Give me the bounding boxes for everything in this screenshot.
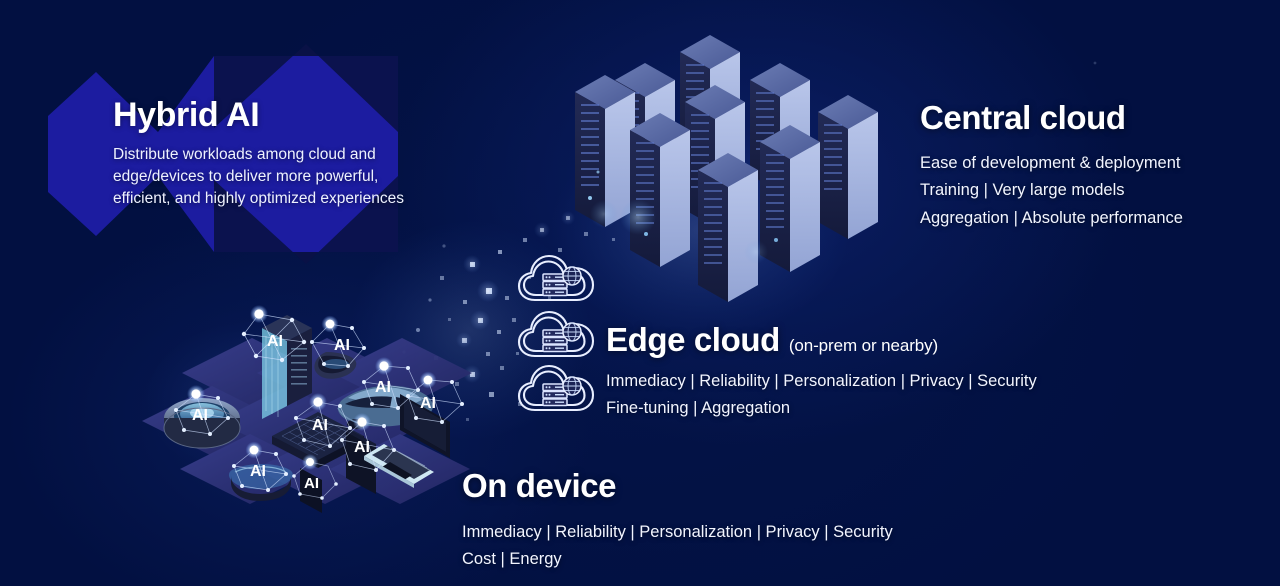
- svg-text:AI: AI: [334, 337, 350, 354]
- edge-cloud-icon-1: [515, 252, 599, 312]
- central-cloud-line-3: Aggregation | Absolute performance: [920, 209, 1183, 228]
- on-device-grid-illustration: AI AI AI AI AI AI AI AI AI: [132, 298, 512, 518]
- on-device-block: On device Immediacy | Reliability | Pers…: [462, 468, 893, 574]
- infographic-canvas: Hybrid AI Distribute workloads among clo…: [0, 0, 1280, 586]
- hybrid-ai-title: Hybrid AI: [113, 96, 260, 134]
- on-device-line-2: Cost | Energy: [462, 550, 562, 569]
- on-device-title: On device: [462, 467, 617, 504]
- svg-text:AI: AI: [304, 475, 319, 492]
- svg-text:AI: AI: [250, 463, 266, 480]
- central-cloud-title: Central cloud: [920, 99, 1126, 136]
- svg-text:AI: AI: [312, 417, 328, 434]
- svg-text:AI: AI: [192, 407, 208, 424]
- central-cloud-rack-illustration: [560, 2, 920, 302]
- hybrid-ai-description-line-1: Distribute workloads among cloud and: [113, 145, 376, 163]
- edge-cloud-subtitle: (on-prem or nearby): [788, 336, 939, 355]
- svg-text:AI: AI: [354, 439, 370, 456]
- edge-cloud-block: Edge cloud (on-prem or nearby) Immediacy…: [606, 322, 1037, 423]
- edge-cloud-icon-2: [515, 308, 599, 368]
- hybrid-ai-description-line-3: efficient, and highly optimized experien…: [113, 189, 404, 207]
- edge-cloud-title: Edge cloud: [606, 321, 780, 358]
- edge-cloud-line-1: Immediacy | Reliability | Personalizatio…: [606, 371, 1037, 390]
- hybrid-ai-text-block: Hybrid AI Distribute workloads among clo…: [113, 96, 473, 210]
- svg-text:AI: AI: [375, 379, 391, 396]
- edge-cloud-line-2: Fine-tuning | Aggregation: [606, 399, 791, 418]
- edge-cloud-icon-3: [515, 362, 599, 422]
- hybrid-ai-description-line-2: edge/devices to deliver more powerful,: [113, 167, 379, 185]
- svg-text:AI: AI: [267, 333, 283, 350]
- central-cloud-line-2: Training | Very large models: [920, 181, 1125, 200]
- central-cloud-line-1: Ease of development & deployment: [920, 153, 1181, 172]
- svg-text:AI: AI: [420, 395, 436, 412]
- on-device-line-1: Immediacy | Reliability | Personalizatio…: [462, 522, 893, 541]
- central-cloud-block: Central cloud Ease of development & depl…: [920, 100, 1183, 233]
